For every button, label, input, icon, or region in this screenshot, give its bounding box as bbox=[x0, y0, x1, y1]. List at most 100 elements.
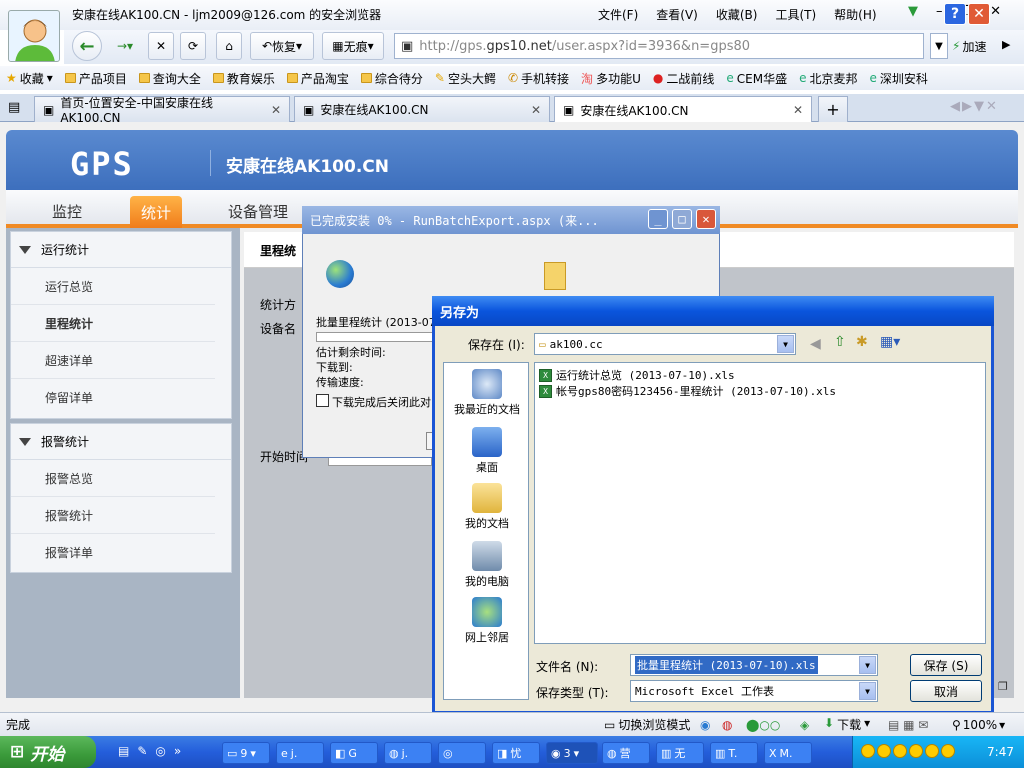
sidebar-item-alarm-overview[interactable]: 报警总览 bbox=[11, 460, 215, 497]
notrace-button[interactable]: ▦ 无痕 ▾ bbox=[322, 32, 384, 60]
close-when-done-checkbox[interactable] bbox=[316, 394, 329, 407]
menu-help[interactable]: 帮助(H) bbox=[834, 6, 876, 23]
view-menu-icon[interactable]: ▦▾ bbox=[880, 334, 900, 350]
favorite-item[interactable]: e CEM华盛 bbox=[726, 70, 787, 87]
forward-button[interactable]: →▾ bbox=[106, 32, 144, 60]
taskbar-item[interactable]: ◍ 营 bbox=[602, 742, 650, 764]
status-toggle-icon[interactable]: ⬤○○ bbox=[746, 718, 780, 732]
address-bar[interactable]: ▣ http://gps.gps10.net/user.aspx?id=3936… bbox=[394, 33, 924, 59]
favorite-item[interactable]: e 北京麦邦 bbox=[799, 70, 857, 87]
menu-favorites[interactable]: 收藏(B) bbox=[716, 6, 758, 23]
menu-tools[interactable]: 工具(T) bbox=[775, 6, 816, 23]
new-tab-button[interactable]: + bbox=[818, 96, 848, 122]
file-item[interactable]: X 运行统计总览 (2013-07-10).xls bbox=[539, 367, 735, 383]
status-ie-icon[interactable]: ◉ bbox=[700, 718, 710, 732]
favorite-item[interactable]: ✎ 空头大鳄 bbox=[435, 70, 496, 87]
stop-button[interactable]: ✕ bbox=[148, 32, 174, 60]
up-folder-icon[interactable]: ⇧ bbox=[834, 334, 846, 350]
favorites-menu[interactable]: ★ 收藏 ▾ bbox=[6, 70, 53, 87]
page-restore-icon[interactable]: ❐ bbox=[998, 680, 1008, 693]
status-security-icon[interactable]: ◈ bbox=[800, 718, 809, 732]
close-tab-icon[interactable]: ✕ bbox=[271, 103, 281, 117]
address-dropdown[interactable]: ▼ bbox=[930, 33, 948, 59]
favorite-item[interactable]: 淘多功能U bbox=[581, 70, 641, 87]
place-my-documents[interactable]: 我的文档 bbox=[444, 483, 530, 531]
tab-scroll-icons[interactable]: ◀▶▼✕ bbox=[950, 99, 999, 114]
nav-monitor[interactable]: 监控 bbox=[52, 201, 82, 222]
favorite-item[interactable]: 产品淘宝 bbox=[286, 70, 349, 87]
save-in-select[interactable]: ▭ ak100.cc ▼ bbox=[534, 333, 796, 355]
sidebar-item-stay[interactable]: 停留详单 bbox=[11, 379, 215, 416]
close-tab-icon[interactable]: ✕ bbox=[793, 103, 803, 117]
status-tools-icon[interactable]: ▤ ▦ ✉ bbox=[888, 718, 928, 732]
nav-device-management[interactable]: 设备管理 bbox=[228, 201, 288, 222]
maximize-icon[interactable]: □ bbox=[672, 209, 692, 229]
taskbar-item[interactable]: ▥ 无 bbox=[656, 742, 704, 764]
refresh-button[interactable]: ⟳ bbox=[180, 32, 206, 60]
favorite-item[interactable]: ✆ 手机转接 bbox=[508, 70, 569, 87]
place-my-computer[interactable]: 我的电脑 bbox=[444, 541, 530, 589]
back-icon[interactable]: ◀ bbox=[810, 336, 821, 352]
taskbar-item[interactable]: e j. bbox=[276, 742, 324, 764]
user-avatar[interactable] bbox=[8, 10, 60, 62]
taskbar-item[interactable]: ◧ G bbox=[330, 742, 378, 764]
sidebar-item-speeding[interactable]: 超速详单 bbox=[11, 342, 215, 379]
download-button[interactable]: ⬇ 下载 ▾ bbox=[824, 716, 870, 733]
filename-input[interactable]: 批量里程统计 (2013-07-10).xls ▼ bbox=[630, 654, 878, 676]
home-button[interactable]: ⌂ bbox=[216, 32, 242, 60]
menu-view[interactable]: 查看(V) bbox=[656, 6, 698, 23]
sidebar-item-overview[interactable]: 运行总览 bbox=[11, 268, 215, 305]
restore-button[interactable]: ↶ 恢复 ▾ bbox=[250, 32, 314, 60]
favorite-item[interactable]: e 深圳安科 bbox=[869, 70, 927, 87]
zoom-control[interactable]: ⚲ 100% ▾ bbox=[952, 718, 1005, 732]
favorite-item[interactable]: 教育娱乐 bbox=[212, 70, 275, 87]
file-item[interactable]: X 帐号gps80密码123456-里程统计 (2013-07-10).xls bbox=[539, 383, 836, 399]
section-header[interactable]: 运行统计 bbox=[11, 232, 231, 268]
clock[interactable]: 7:47 bbox=[987, 745, 1014, 759]
place-desktop[interactable]: 桌面 bbox=[444, 427, 530, 475]
section-header[interactable]: 报警统计 bbox=[11, 424, 231, 460]
taskbar-item[interactable]: ◉ 3 ▾ bbox=[546, 742, 598, 764]
save-button[interactable]: 保存 (S) bbox=[910, 654, 982, 676]
menu-file[interactable]: 文件(F) bbox=[598, 6, 638, 23]
switch-mode-button[interactable]: ▭ 切换浏览模式 bbox=[604, 716, 690, 733]
taskbar-item[interactable]: X M. bbox=[764, 742, 812, 764]
tab-second[interactable]: ▣ 安康在线AK100.CN ✕ bbox=[294, 96, 550, 122]
accelerate-button[interactable]: ⚡ 加速 bbox=[952, 33, 996, 59]
taskbar-item[interactable]: ◨ 忧 bbox=[492, 742, 540, 764]
sidebar-item-alarm-stats[interactable]: 报警统计 bbox=[11, 497, 215, 534]
tab-active[interactable]: ▣ 安康在线AK100.CN ✕ bbox=[554, 96, 812, 123]
tray-icons[interactable] bbox=[861, 743, 957, 761]
sidebar-item-alarm-details[interactable]: 报警详单 bbox=[11, 534, 215, 571]
taskbar-item[interactable]: ◎ bbox=[438, 742, 486, 764]
start-button[interactable]: ⊞ 开始 bbox=[0, 736, 96, 768]
filetype-select[interactable]: Microsoft Excel 工作表 ▼ bbox=[630, 680, 878, 702]
favorite-item[interactable]: 综合待分 bbox=[360, 70, 423, 87]
minimize-icon[interactable]: – bbox=[936, 4, 943, 19]
place-network[interactable]: 网上邻居 bbox=[444, 597, 530, 645]
taskbar-item[interactable]: ◍ j. bbox=[384, 742, 432, 764]
favorite-item[interactable]: ● 二战前线 bbox=[653, 70, 715, 87]
minimize-icon[interactable]: _ bbox=[648, 209, 668, 229]
help-icon[interactable]: ? bbox=[944, 3, 966, 25]
quick-launch-icons[interactable]: ▤✎◎» bbox=[118, 744, 189, 758]
taskbar-item[interactable]: ▭ 9 ▾ bbox=[222, 742, 270, 764]
favorite-item[interactable]: 查询大全 bbox=[138, 70, 201, 87]
nav-more-icon[interactable]: ▶ bbox=[1002, 38, 1010, 51]
close-tab-icon[interactable]: ✕ bbox=[531, 103, 541, 117]
taskbar-item[interactable]: ▥ T. bbox=[710, 742, 758, 764]
shirt-icon[interactable]: ▼ bbox=[908, 4, 918, 19]
new-folder-icon[interactable]: ✱ bbox=[856, 334, 868, 350]
favorite-item[interactable]: 产品项目 bbox=[64, 70, 127, 87]
nav-statistics[interactable]: 统计 bbox=[130, 196, 182, 228]
tab-list-icon[interactable]: ▤ bbox=[8, 100, 20, 115]
close-icon[interactable]: ✕ bbox=[696, 209, 716, 229]
close-icon[interactable]: ✕ bbox=[990, 4, 1001, 19]
close-icon[interactable]: ✕ bbox=[968, 3, 990, 25]
status-shield-icon[interactable]: ◍ bbox=[722, 718, 732, 732]
tab-home[interactable]: ▣ 首页-位置安全-中国安康在线AK100.CN ✕ bbox=[34, 96, 290, 125]
sidebar-item-mileage[interactable]: 里程统计 bbox=[11, 305, 215, 342]
cancel-button[interactable]: 取消 bbox=[910, 680, 982, 702]
place-recent[interactable]: 我最近的文档 bbox=[444, 369, 530, 417]
back-button[interactable]: ← bbox=[72, 31, 102, 61]
